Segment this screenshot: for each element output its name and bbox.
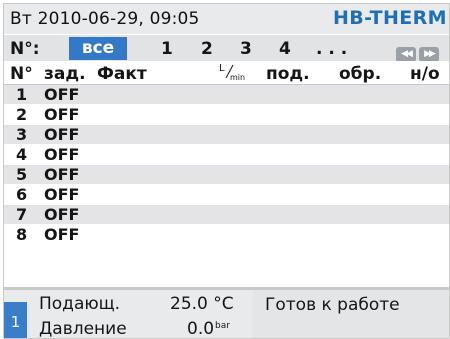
table-row[interactable]: 1 OFF bbox=[4, 85, 449, 105]
unit-number-label: N°: bbox=[10, 39, 40, 59]
row-number: 3 bbox=[16, 125, 28, 144]
status-footer: 1 Подающ. 25.0 °C Давление 0.0 bar Готов… bbox=[4, 290, 449, 338]
row-number: 7 bbox=[16, 205, 28, 224]
table-row[interactable]: 6 OFF bbox=[4, 185, 449, 205]
row-setpoint: OFF bbox=[44, 185, 80, 204]
datetime-label: Вт 2010-06-29, 09:05 bbox=[10, 9, 200, 29]
column-flow: L min bbox=[219, 63, 245, 82]
tab-unit-4[interactable]: 4 bbox=[279, 39, 291, 59]
status-panel: Готов к работе bbox=[253, 290, 449, 338]
tab-unit-1[interactable]: 1 bbox=[161, 39, 173, 59]
tab-unit-2[interactable]: 2 bbox=[201, 39, 213, 59]
table-row[interactable]: 7 OFF bbox=[4, 205, 449, 225]
tab-all[interactable]: все bbox=[69, 37, 127, 60]
column-actual: Факт bbox=[97, 64, 147, 84]
row-setpoint: OFF bbox=[44, 225, 80, 244]
supply-temp-label: Подающ. bbox=[39, 294, 121, 314]
column-supply: под. bbox=[266, 64, 310, 84]
controller-screen: Вт 2010-06-29, 09:05 HB-THERM N°: все 1 … bbox=[3, 3, 450, 339]
row-number: 5 bbox=[16, 165, 28, 184]
table-header: N° зад. Факт L min под. обр. н/о bbox=[4, 61, 449, 85]
row-number: 2 bbox=[16, 105, 28, 124]
row-setpoint: OFF bbox=[44, 145, 80, 164]
row-number: 1 bbox=[16, 85, 28, 104]
column-number: N° bbox=[10, 64, 33, 84]
column-status: н/о bbox=[410, 64, 440, 84]
row-number: 6 bbox=[16, 185, 28, 204]
tab-more[interactable]: . . . bbox=[316, 39, 347, 59]
pressure-unit: bar bbox=[215, 321, 230, 331]
supply-temp-value: 25.0 °C bbox=[170, 294, 234, 314]
flow-unit-top: L bbox=[219, 63, 225, 74]
tab-unit-3[interactable]: 3 bbox=[240, 39, 252, 59]
table-row[interactable]: 8 OFF bbox=[4, 225, 449, 245]
pressure-label: Давление bbox=[39, 319, 127, 339]
double-left-arrow-icon[interactable]: ◀◀ bbox=[396, 47, 416, 62]
column-return: обр. bbox=[339, 64, 382, 84]
pressure-value: 0.0 bbox=[187, 319, 215, 339]
row-number: 4 bbox=[16, 145, 28, 164]
double-right-arrow-icon[interactable]: ▶▶ bbox=[419, 47, 439, 62]
row-setpoint: OFF bbox=[44, 165, 80, 184]
header-bar: Вт 2010-06-29, 09:05 HB-THERM bbox=[4, 4, 449, 34]
flow-unit-bottom: min bbox=[230, 73, 245, 82]
column-setpoint: зад. bbox=[44, 64, 86, 84]
table-row[interactable]: 3 OFF bbox=[4, 125, 449, 145]
table-row[interactable]: 5 OFF bbox=[4, 165, 449, 185]
unit-table: 1 OFF 2 OFF 3 OFF 4 OFF 5 OFF 6 OFF 7 OF… bbox=[4, 85, 449, 245]
row-number: 8 bbox=[16, 225, 28, 244]
row-setpoint: OFF bbox=[44, 105, 80, 124]
table-row[interactable]: 2 OFF bbox=[4, 105, 449, 125]
row-setpoint: OFF bbox=[44, 125, 80, 144]
status-message: Готов к работе bbox=[265, 295, 400, 315]
unit-tab-bar: N°: все 1 2 3 4 . . . ◀◀ ▶▶ bbox=[4, 35, 449, 62]
row-setpoint: OFF bbox=[44, 205, 80, 224]
table-row[interactable]: 4 OFF bbox=[4, 145, 449, 165]
unit-badge[interactable]: 1 bbox=[4, 302, 27, 338]
brand-logo: HB-THERM bbox=[332, 7, 447, 29]
row-setpoint: OFF bbox=[44, 85, 80, 104]
tab-navigation: ◀◀ ▶▶ bbox=[396, 41, 442, 62]
